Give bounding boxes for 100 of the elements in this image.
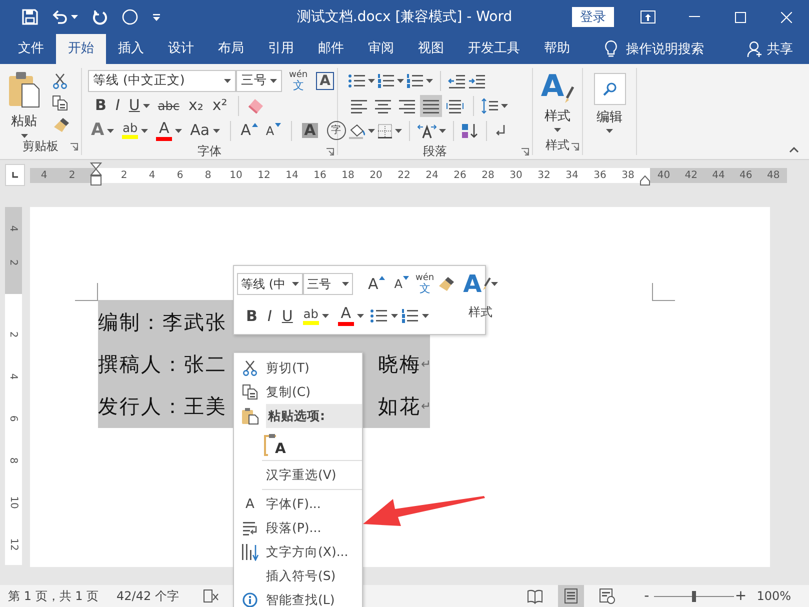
- bold-button[interactable]: B: [243, 305, 262, 327]
- font-name-dropdown[interactable]: 等线 (中文正文): [88, 70, 236, 92]
- strikethrough-button[interactable]: abc: [154, 94, 184, 116]
- menu-item[interactable]: 段落(P)...: [234, 516, 362, 540]
- italic-button[interactable]: I: [112, 94, 124, 116]
- collapse-icon[interactable]: [789, 147, 799, 153]
- underline-button[interactable]: U: [278, 305, 297, 327]
- caret-icon[interactable]: [397, 78, 404, 82]
- increase-indent-icon[interactable]: [468, 72, 486, 88]
- caret-icon[interactable]: [356, 314, 364, 318]
- caret-icon[interactable]: [422, 314, 429, 318]
- menu-tab[interactable]: 布局: [206, 34, 256, 64]
- menu-item[interactable]: 复制(C): [234, 380, 362, 404]
- caret-icon[interactable]: [368, 128, 375, 132]
- dialog-launcher-icon[interactable]: [521, 148, 529, 156]
- menu-tab[interactable]: 引用: [256, 34, 306, 64]
- highlight-button[interactable]: ab: [119, 120, 152, 142]
- bold-button[interactable]: B: [92, 94, 110, 116]
- triangle-icon[interactable]: [275, 122, 282, 126]
- shrink-font-button[interactable]: A: [391, 273, 412, 295]
- sort-icon[interactable]: [461, 122, 479, 138]
- close-icon[interactable]: [780, 12, 792, 22]
- save-icon[interactable]: [22, 9, 38, 25]
- styles-button[interactable]: A 样式: [463, 266, 498, 334]
- caret-icon[interactable]: [342, 282, 349, 286]
- font-color-button[interactable]: A: [153, 120, 186, 142]
- caret-icon[interactable]: [224, 78, 231, 82]
- menu-tab[interactable]: 文件: [6, 34, 56, 64]
- brush-icon[interactable]: [52, 117, 70, 133]
- minimize-icon[interactable]: [688, 16, 700, 18]
- proofing-icon[interactable]: [202, 588, 219, 604]
- superscript-button[interactable]: x²: [209, 94, 232, 116]
- character-shading-button[interactable]: A: [299, 120, 322, 142]
- numbering-icon[interactable]: [400, 308, 419, 324]
- menu-item[interactable]: 智能查找(L): [234, 588, 362, 607]
- multilevel-list-icon[interactable]: [406, 72, 424, 88]
- menu-item[interactable]: 汉字重选(V): [234, 463, 362, 487]
- paste-button[interactable]: 粘贴: [0, 68, 48, 138]
- copy-icon[interactable]: [52, 95, 68, 111]
- eraser-icon[interactable]: [246, 98, 264, 114]
- editing-button[interactable]: 编辑: [583, 68, 636, 135]
- zoom-out-button[interactable]: -: [640, 588, 653, 604]
- paint-bucket-icon[interactable]: [348, 122, 366, 138]
- bullets-icon[interactable]: [348, 72, 366, 88]
- chinese-layout-icon[interactable]: [417, 122, 437, 138]
- grow-font-button[interactable]: A: [365, 273, 388, 295]
- zoom-in-button[interactable]: +: [734, 588, 747, 604]
- italic-button[interactable]: I: [264, 305, 276, 327]
- phonetic-guide-button[interactable]: wén 文: [289, 70, 308, 90]
- menu-tab[interactable]: 邮件: [306, 34, 356, 64]
- grow-font-button[interactable]: A: [238, 120, 261, 142]
- menu-item[interactable]: 文字方向(X)...: [234, 540, 362, 564]
- shrink-font-button[interactable]: A: [262, 120, 284, 142]
- triangle-icon[interactable]: [252, 122, 258, 126]
- maximize-icon[interactable]: [734, 12, 746, 22]
- dialog-launcher-icon[interactable]: [70, 143, 78, 151]
- caret-icon[interactable]: [107, 128, 114, 132]
- circle-icon[interactable]: [122, 9, 138, 25]
- numbering-icon[interactable]: [377, 72, 395, 88]
- font-size-dropdown[interactable]: 三号: [236, 70, 282, 92]
- share-button[interactable]: 共享: [747, 34, 793, 64]
- caret-icon[interactable]: [175, 128, 182, 132]
- menu-item[interactable]: A 字体(F)...: [234, 492, 362, 516]
- caret-icon[interactable]: [292, 282, 299, 286]
- undo-icon[interactable]: [52, 9, 68, 25]
- triangle-icon[interactable]: [403, 276, 410, 280]
- dialog-launcher-icon[interactable]: [326, 148, 334, 156]
- menu-tab[interactable]: 审阅: [356, 34, 406, 64]
- caret-icon[interactable]: [426, 78, 433, 82]
- caret-icon[interactable]: [554, 128, 561, 132]
- font-size-dropdown[interactable]: 三号: [303, 273, 353, 295]
- brush-icon[interactable]: [437, 276, 456, 292]
- font-name-dropdown[interactable]: 等线 (中: [237, 273, 303, 295]
- character-border-button[interactable]: A: [316, 72, 334, 90]
- phonetic-guide-button[interactable]: wén 文: [415, 274, 434, 294]
- line-spacing-icon[interactable]: [481, 98, 499, 114]
- bullets-icon[interactable]: [370, 308, 388, 324]
- paste-option-button[interactable]: A: [264, 430, 286, 456]
- caret-icon[interactable]: [390, 314, 398, 318]
- redo-icon[interactable]: [92, 9, 108, 25]
- highlight-button[interactable]: ab: [300, 305, 332, 327]
- decrease-indent-icon[interactable]: [448, 72, 466, 88]
- menu-tab[interactable]: 帮助: [532, 34, 582, 64]
- underline-button[interactable]: U: [126, 94, 153, 116]
- caret-icon[interactable]: [439, 128, 446, 132]
- caret-icon[interactable]: [606, 129, 613, 133]
- menu-item[interactable]: 插入符号(S): [234, 564, 362, 588]
- menu-item[interactable]: 剪切(T): [234, 356, 362, 380]
- view-button[interactable]: [558, 585, 584, 607]
- scissors-icon[interactable]: [52, 73, 68, 89]
- menu-tab[interactable]: 插入: [106, 34, 156, 64]
- tab-selector[interactable]: [5, 164, 25, 186]
- text-effects-button[interactable]: A: [88, 120, 118, 142]
- caret-icon[interactable]: [270, 78, 277, 82]
- borders-icon[interactable]: [377, 122, 393, 138]
- caret-icon[interactable]: [142, 104, 150, 108]
- right-indent-marker[interactable]: [640, 175, 650, 186]
- caret-icon[interactable]: [20, 134, 28, 138]
- menu-tab[interactable]: 视图: [406, 34, 456, 64]
- triangle-icon[interactable]: [379, 276, 386, 280]
